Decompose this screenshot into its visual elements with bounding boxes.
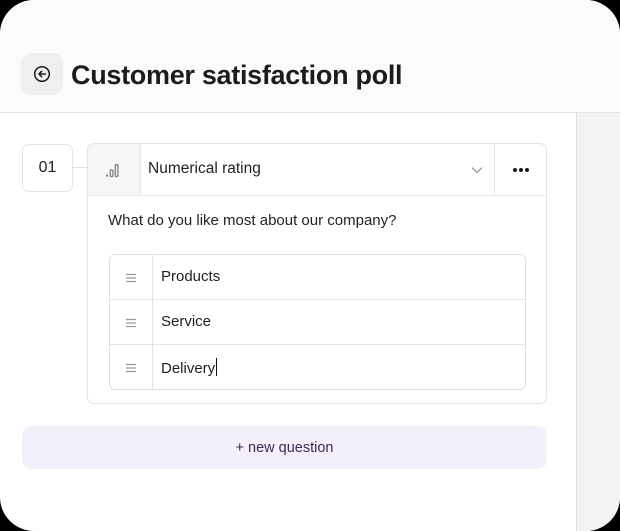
drag-handle-icon — [126, 363, 136, 372]
page-header: Customer satisfaction poll — [0, 0, 620, 113]
back-button[interactable] — [21, 53, 63, 95]
question-type-icon-cell — [88, 144, 141, 195]
question-connector — [73, 167, 87, 168]
answer-option-input[interactable]: Service — [161, 313, 211, 330]
question-card: Numerical rating What do you like most a… — [87, 143, 547, 404]
question-type-row: Numerical rating — [88, 144, 546, 196]
question-text[interactable]: What do you like most about our company? — [108, 212, 397, 229]
side-panel — [576, 113, 620, 531]
text-cursor — [216, 358, 218, 376]
bar-rating-icon — [106, 163, 119, 177]
chevron-down-icon — [471, 167, 483, 174]
question-type-dropdown[interactable]: Numerical rating — [141, 144, 495, 195]
answer-option-input[interactable]: Products — [161, 268, 220, 285]
drag-handle[interactable] — [110, 345, 153, 389]
new-question-button[interactable]: + new question — [22, 426, 547, 469]
app-window: Customer satisfaction poll 01 Numerical … — [0, 0, 620, 531]
drag-handle[interactable] — [110, 300, 153, 345]
more-options-button[interactable] — [495, 144, 546, 195]
page-title: Customer satisfaction poll — [71, 60, 403, 90]
drag-handle[interactable] — [110, 255, 153, 300]
answer-option: Products — [110, 255, 525, 300]
back-arrow-circle-icon — [33, 65, 51, 83]
answer-options-list: Products Service Delivery — [109, 254, 526, 390]
answer-option-input[interactable]: Delivery — [161, 358, 218, 377]
question-number: 01 — [22, 144, 73, 192]
drag-handle-icon — [126, 273, 136, 282]
more-horizontal-icon — [512, 167, 529, 172]
question-type-label: Numerical rating — [148, 160, 261, 177]
answer-option: Service — [110, 300, 525, 345]
answer-option-label: Delivery — [161, 360, 216, 377]
answer-option: Delivery — [110, 345, 525, 389]
drag-handle-icon — [126, 318, 136, 327]
